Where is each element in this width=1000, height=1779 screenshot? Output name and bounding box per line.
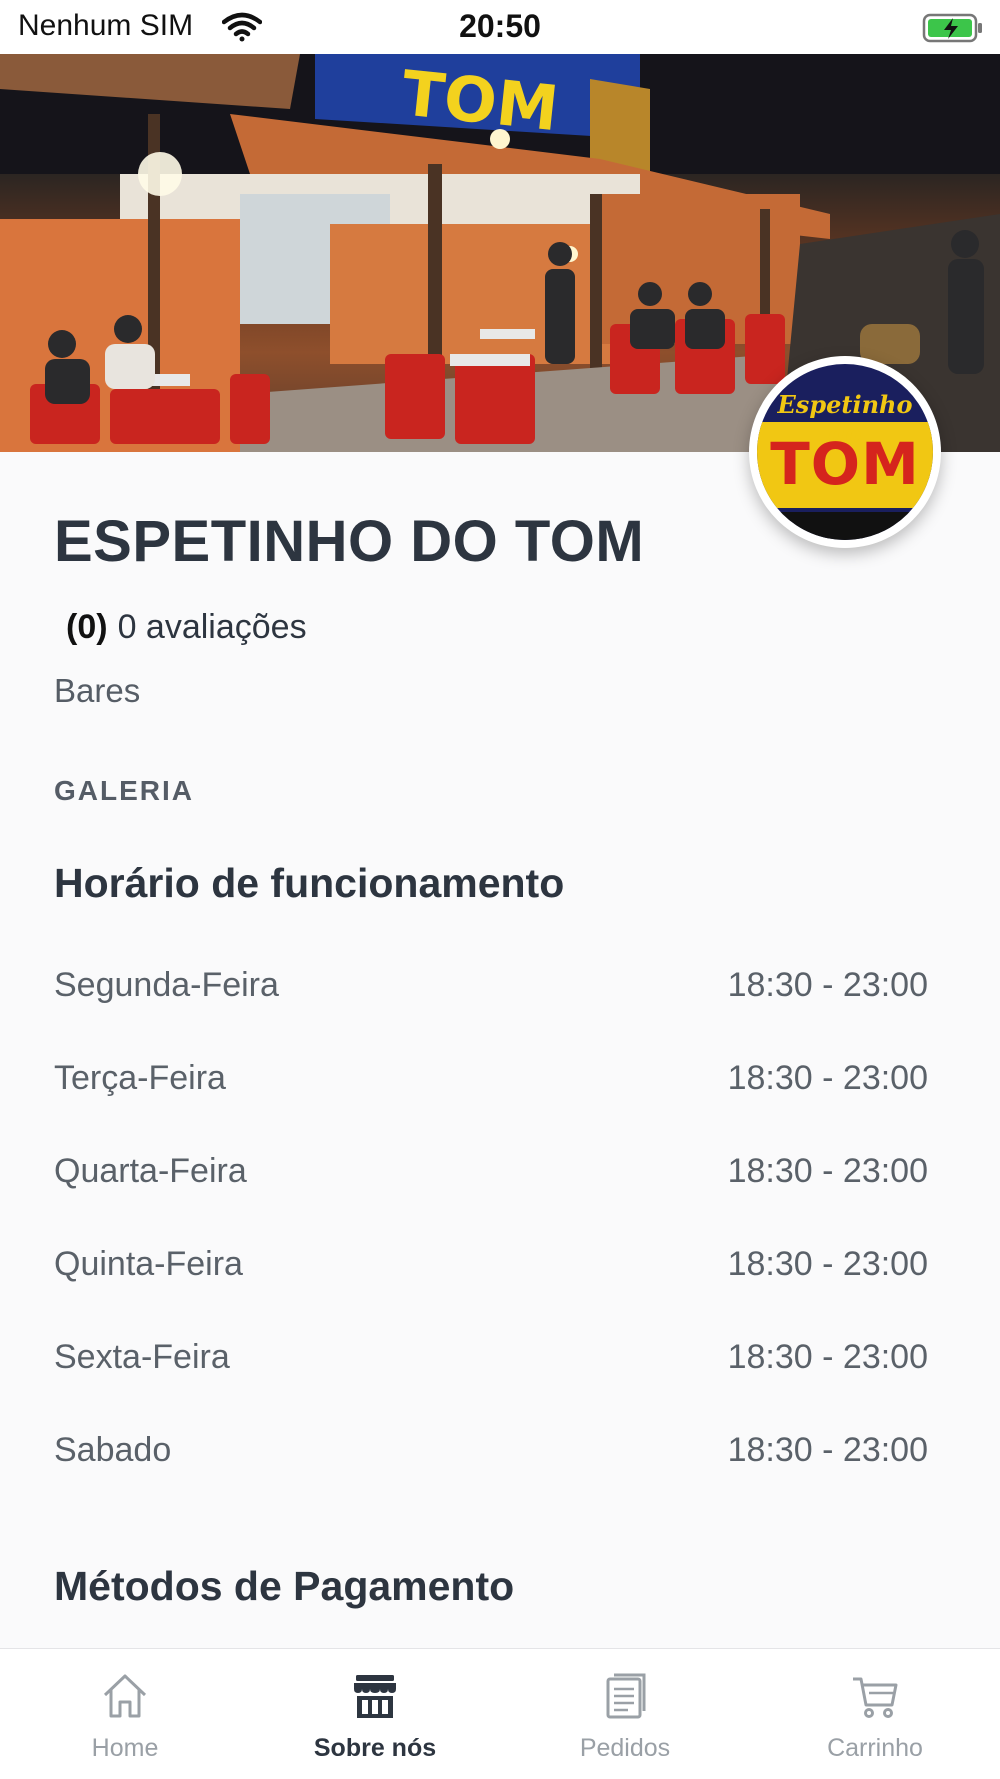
rating-summary[interactable]: (0) 0 avaliações [66,608,307,647]
logo-image: Espetinho do TOM [757,364,933,540]
bottom-tab-bar: Home Sobre nós Pedidos Carrinho [0,1648,1000,1779]
hours-day: Sexta-Feira [54,1338,230,1376]
payment-title: Métodos de Pagamento [54,1563,515,1609]
hours-time: 18:30 - 23:00 [727,1431,928,1469]
home-icon [103,1674,147,1718]
orders-icon [606,1673,646,1719]
hours-row: Sabado 18:30 - 23:00 [54,1431,928,1475]
hours-time: 18:30 - 23:00 [727,966,928,1004]
hours-day: Quinta-Feira [54,1245,243,1283]
hours-row: Terça-Feira 18:30 - 23:00 [54,1059,928,1103]
gallery-label[interactable]: GALERIA [54,775,194,807]
hours-row: Quinta-Feira 18:30 - 23:00 [54,1245,928,1289]
restaurant-name: ESPETINHO DO TOM [54,509,645,574]
battery-charging-icon [922,13,982,43]
hours-row: Segunda-Feira 18:30 - 23:00 [54,966,928,1010]
hours-day: Segunda-Feira [54,966,279,1004]
tab-about-label: Sobre nós [313,1734,437,1762]
hours-title: Horário de funcionamento [54,860,565,906]
hours-row: Sexta-Feira 18:30 - 23:00 [54,1338,928,1382]
tab-about[interactable]: Sobre nós [250,1649,500,1779]
tab-cart[interactable]: Carrinho [750,1649,1000,1779]
hours-time: 18:30 - 23:00 [727,1059,928,1097]
hours-day: Sabado [54,1431,172,1469]
hours-row: Quarta-Feira 18:30 - 23:00 [54,1152,928,1196]
hours-day: Quarta-Feira [54,1152,247,1190]
restaurant-logo: Espetinho do TOM [749,356,941,548]
reviews-count: 0 avaliações [117,608,307,646]
hours-time: 18:30 - 23:00 [727,1338,928,1376]
store-icon [354,1675,396,1718]
logo-main-text: TOM [770,430,920,498]
restaurant-category: Bares [54,672,141,709]
status-bar: Nenhum SIM 20:50 [0,0,1000,54]
tab-orders[interactable]: Pedidos [500,1649,750,1779]
hours-time: 18:30 - 23:00 [727,1245,928,1283]
tab-home[interactable]: Home [0,1649,250,1779]
tab-cart-label: Carrinho [827,1734,923,1762]
status-time: 20:50 [459,8,541,44]
hours-day: Terça-Feira [54,1059,226,1097]
rating-score: (0) [66,608,108,646]
tab-orders-label: Pedidos [579,1734,671,1762]
cart-icon [853,1677,898,1718]
tab-home-label: Home [91,1734,159,1762]
hours-time: 18:30 - 23:00 [727,1152,928,1190]
